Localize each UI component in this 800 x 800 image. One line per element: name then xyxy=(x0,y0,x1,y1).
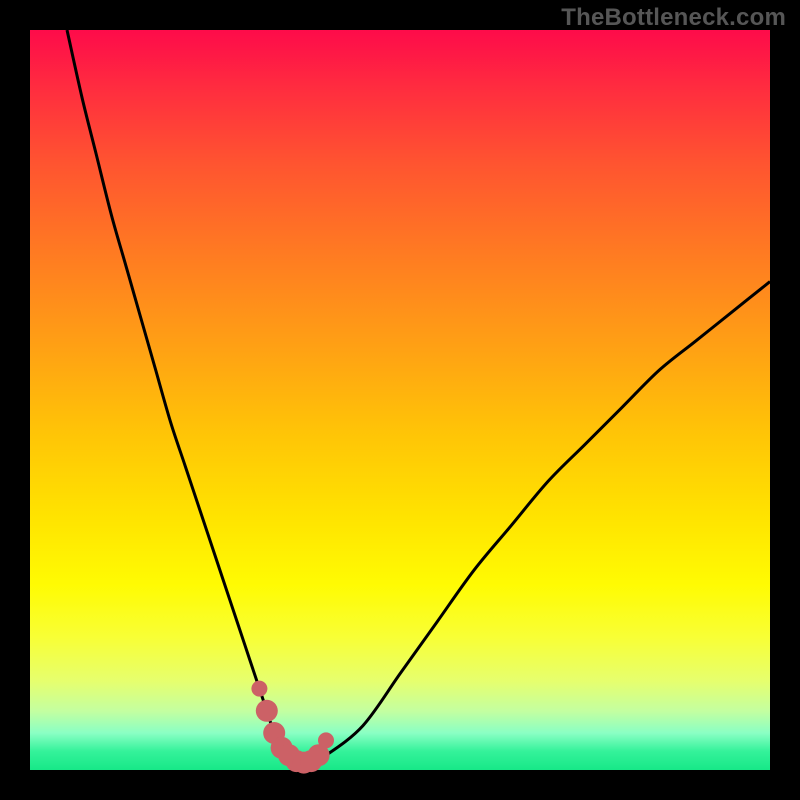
optimum-marker xyxy=(318,732,334,748)
marker-group xyxy=(251,681,334,774)
optimum-marker xyxy=(251,681,267,697)
optimum-marker xyxy=(256,700,278,722)
chart-container: TheBottleneck.com xyxy=(0,0,800,800)
plot-area xyxy=(30,30,770,770)
watermark-text: TheBottleneck.com xyxy=(561,4,786,32)
optimum-markers xyxy=(30,30,770,770)
